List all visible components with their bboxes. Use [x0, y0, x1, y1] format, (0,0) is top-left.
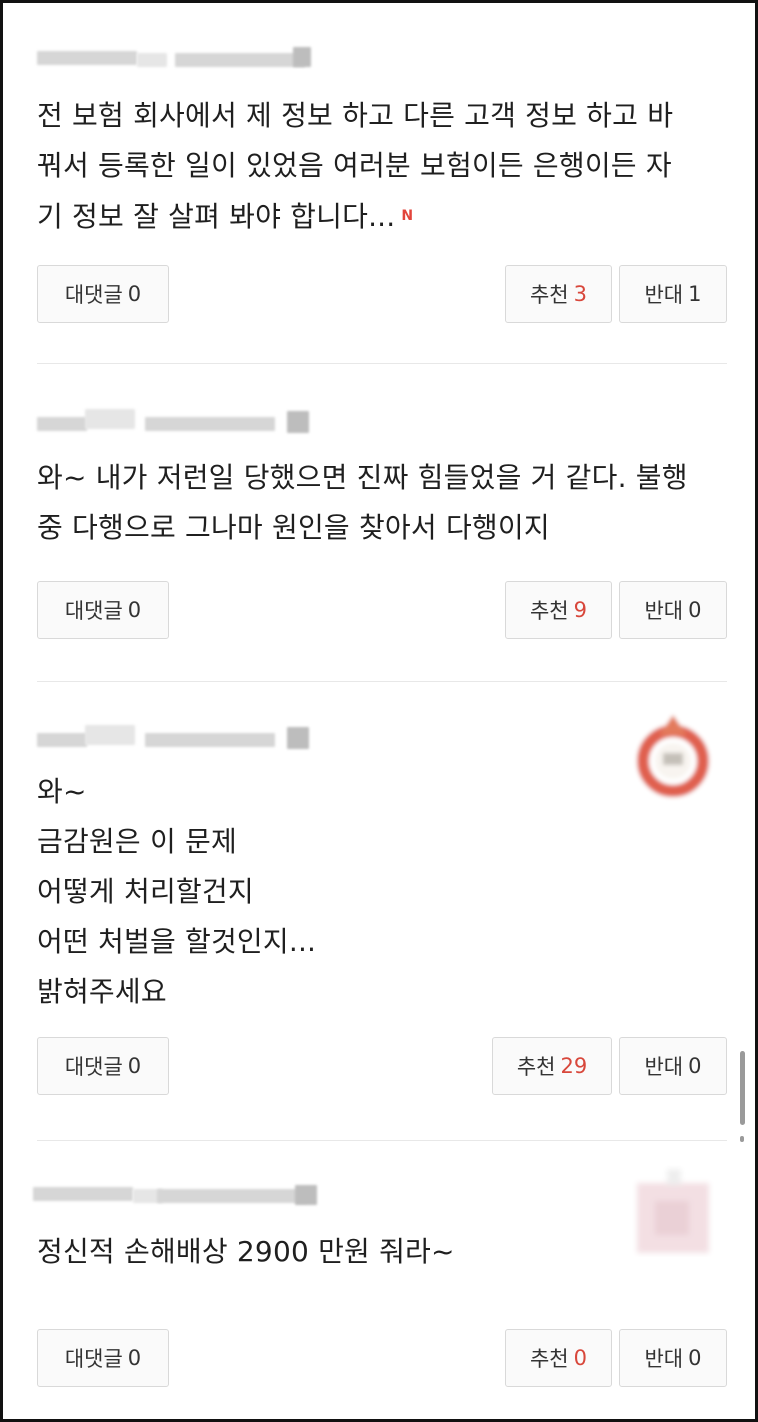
- comment-line: 기 정보 잘 살펴 봐야 합니다... N: [37, 200, 414, 233]
- downvote-button[interactable]: 반대 1: [619, 265, 727, 323]
- comment-text: 와~ 금감원은 이 문제어떻게 처리할건지어떤 처벌을 할것인지... 밝혀주세요: [37, 767, 316, 1017]
- comment-text: 전 보험 회사에서 제 정보 하고 다른 고객 정보 하고 바꿔서 등록한 일이…: [37, 91, 673, 242]
- comment-line: 어떤 처벌을 할것인지...: [37, 925, 317, 958]
- upvote-label: 추천: [529, 599, 569, 623]
- downvote-label: 반대: [644, 599, 684, 623]
- comment-item: 와~ 금감원은 이 문제 어떻게 처리할건지 어떤 처벌을 할것인지... 밝혀주세요 …: [37, 711, 727, 1101]
- upvote-button[interactable]: 추천 0: [505, 1329, 612, 1387]
- reply-count: 0: [127, 598, 142, 622]
- comment-text: 정신적 손해배상 2900 만원 줘라~: [37, 1227, 455, 1277]
- comment-item: 전 보험 회사에서 제 정보 하고 다른 고객 정보 하고 바꿔서 등록한 일이…: [37, 43, 727, 333]
- new-badge: N: [401, 208, 414, 224]
- divider: [37, 363, 727, 364]
- comment-text: 와~ 내가 저런일 당했으면 진짜 힘들었을 거 같다. 불행중 다행으로 그나…: [37, 453, 688, 553]
- reply-count: 0: [127, 1346, 142, 1370]
- upvote-button[interactable]: 추천 9: [505, 581, 612, 639]
- avatar[interactable]: [627, 1165, 719, 1257]
- upvote-label: 추천: [529, 283, 569, 307]
- comment-item: 정신적 손해배상 2900 만원 줘라~ 대댓글 0 추천 0 반대 0: [33, 1165, 727, 1419]
- comment-line: 어떻게 처리할건지: [37, 875, 254, 908]
- comment-line: 밝혀주세요: [37, 975, 167, 1008]
- downvote-count: 0: [688, 1054, 702, 1078]
- reply-label: 대댓글: [64, 1347, 123, 1371]
- divider: [37, 1140, 727, 1141]
- comment-item: 와~ 내가 저런일 당했으면 진짜 힘들었을 거 같다. 불행중 다행으로 그나…: [37, 405, 727, 645]
- comment-line: 정신적 손해배상 2900 만원 줘라~: [37, 1235, 455, 1268]
- downvote-button[interactable]: 반대 0: [619, 1329, 727, 1387]
- author-meta-blurred: [37, 405, 357, 439]
- downvote-count: 1: [688, 282, 702, 306]
- upvote-label: 추천: [529, 1347, 569, 1371]
- reply-button[interactable]: 대댓글 0: [37, 581, 169, 639]
- avatar[interactable]: [627, 711, 719, 803]
- author-meta-blurred: [37, 721, 357, 755]
- divider: [37, 681, 727, 682]
- upvote-button[interactable]: 추천 3: [505, 265, 612, 323]
- comment-line: 중 다행으로 그나마 원인을 찾아서 다행이지: [37, 511, 550, 544]
- scrollbar-indicator: [740, 1136, 744, 1142]
- reply-button[interactable]: 대댓글 0: [37, 1329, 169, 1387]
- author-meta-blurred: [33, 1179, 357, 1213]
- reply-button[interactable]: 대댓글 0: [37, 265, 169, 323]
- downvote-button[interactable]: 반대 0: [619, 1037, 727, 1095]
- reply-count: 0: [127, 1054, 142, 1078]
- reply-label: 대댓글: [64, 283, 123, 307]
- upvote-count: 9: [573, 598, 587, 622]
- downvote-count: 0: [688, 598, 702, 622]
- upvote-label: 추천: [516, 1055, 556, 1079]
- reply-button[interactable]: 대댓글 0: [37, 1037, 169, 1095]
- comment-list: 전 보험 회사에서 제 정보 하고 다른 고객 정보 하고 바꿔서 등록한 일이…: [0, 0, 758, 1422]
- upvote-count: 3: [573, 282, 587, 306]
- reply-count: 0: [127, 282, 142, 306]
- downvote-label: 반대: [644, 1055, 684, 1079]
- upvote-count: 29: [560, 1054, 588, 1078]
- downvote-count: 0: [688, 1346, 702, 1370]
- comment-line: 금감원은 이 문제: [37, 825, 237, 858]
- downvote-button[interactable]: 반대 0: [619, 581, 727, 639]
- reply-label: 대댓글: [64, 599, 123, 623]
- downvote-label: 반대: [644, 283, 684, 307]
- downvote-label: 반대: [644, 1347, 684, 1371]
- upvote-button[interactable]: 추천 29: [492, 1037, 612, 1095]
- reply-label: 대댓글: [64, 1055, 123, 1079]
- scrollbar-thumb[interactable]: [740, 1051, 745, 1125]
- author-meta-blurred: [37, 43, 357, 77]
- comment-line: 꿔서 등록한 일이 있었음 여러분 보험이든 은행이든 자: [37, 149, 672, 182]
- comment-line: 전 보험 회사에서 제 정보 하고 다른 고객 정보 하고 바: [37, 99, 674, 132]
- upvote-count: 0: [573, 1346, 587, 1370]
- comment-line: 와~ 내가 저런일 당했으면 진짜 힘들었을 거 같다. 불행: [37, 461, 688, 494]
- comment-line: 와~: [37, 775, 87, 808]
